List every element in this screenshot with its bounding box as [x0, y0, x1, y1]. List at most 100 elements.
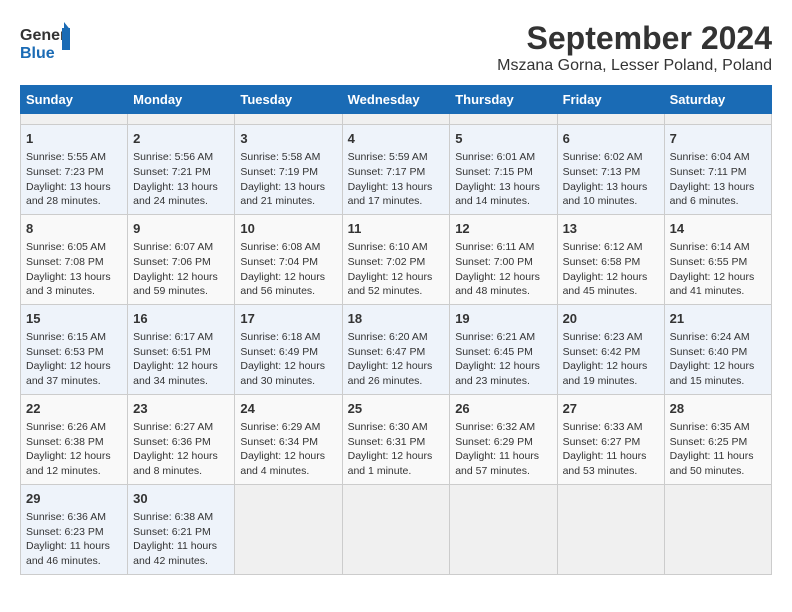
day-number: 23 [133, 400, 229, 418]
day-info: Sunrise: 6:05 AMSunset: 7:08 PMDaylight:… [26, 240, 122, 299]
day-number: 26 [455, 400, 551, 418]
day-number: 9 [133, 220, 229, 238]
header-tuesday: Tuesday [235, 86, 342, 114]
table-cell [235, 114, 342, 125]
calendar-subtitle: Mszana Gorna, Lesser Poland, Poland [497, 57, 772, 75]
day-info: Sunrise: 6:10 AMSunset: 7:02 PMDaylight:… [348, 240, 445, 299]
day-info: Sunrise: 6:11 AMSunset: 7:00 PMDaylight:… [455, 240, 551, 299]
day-number: 5 [455, 130, 551, 148]
table-cell: 1 Sunrise: 5:55 AMSunset: 7:23 PMDaylight… [21, 125, 128, 215]
calendar-table: Sunday Monday Tuesday Wednesday Thursday… [20, 85, 772, 575]
header-saturday: Saturday [664, 86, 771, 114]
header-thursday: Thursday [450, 86, 557, 114]
header-wednesday: Wednesday [342, 86, 450, 114]
day-info: Sunrise: 5:58 AMSunset: 7:19 PMDaylight:… [240, 150, 336, 209]
day-info: Sunrise: 5:55 AMSunset: 7:23 PMDaylight:… [26, 150, 122, 209]
table-cell: 8Sunrise: 6:05 AMSunset: 7:08 PMDaylight… [21, 214, 128, 304]
table-cell: 7Sunrise: 6:04 AMSunset: 7:11 PMDaylight… [664, 125, 771, 215]
table-cell [557, 114, 664, 125]
table-cell: 29 Sunrise: 6:36 AMSunset: 6:23 PMDayligh… [21, 484, 128, 574]
table-cell [450, 484, 557, 574]
table-cell: 24 Sunrise: 6:29 AMSunset: 6:34 PMDayligh… [235, 394, 342, 484]
day-number: 1 [26, 130, 122, 148]
day-number: 20 [563, 310, 659, 328]
day-info: Sunrise: 6:18 AMSunset: 6:49 PMDaylight:… [240, 330, 336, 389]
table-cell: 13 Sunrise: 6:12 AMSunset: 6:58 PMDayligh… [557, 214, 664, 304]
day-info: Sunrise: 6:36 AMSunset: 6:23 PMDaylight:… [26, 510, 122, 569]
day-info: Sunrise: 6:02 AMSunset: 7:13 PMDaylight:… [563, 150, 659, 209]
table-cell: 15 Sunrise: 6:15 AMSunset: 6:53 PMDayligh… [21, 304, 128, 394]
header-sunday: Sunday [21, 86, 128, 114]
week-row-4: 22Sunrise: 6:26 AMSunset: 6:38 PMDayligh… [21, 394, 772, 484]
day-info: Sunrise: 5:59 AMSunset: 7:17 PMDaylight:… [348, 150, 445, 209]
day-number: 6 [563, 130, 659, 148]
day-info: Sunrise: 6:17 AMSunset: 6:51 PMDaylight:… [133, 330, 229, 389]
table-cell: 18Sunrise: 6:20 AMSunset: 6:47 PMDayligh… [342, 304, 450, 394]
day-number: 13 [563, 220, 659, 238]
day-info: Sunrise: 6:12 AMSunset: 6:58 PMDaylight:… [563, 240, 659, 299]
day-info: Sunrise: 6:38 AMSunset: 6:21 PMDaylight:… [133, 510, 229, 569]
table-cell: 12Sunrise: 6:11 AMSunset: 7:00 PMDayligh… [450, 214, 557, 304]
header-monday: Monday [128, 86, 235, 114]
logo-icon: General Blue [20, 20, 70, 65]
day-info: Sunrise: 6:15 AMSunset: 6:53 PMDaylight:… [26, 330, 122, 389]
day-info: Sunrise: 6:14 AMSunset: 6:55 PMDaylight:… [670, 240, 766, 299]
table-cell: 5 Sunrise: 6:01 AMSunset: 7:15 PMDaylight… [450, 125, 557, 215]
day-info: Sunrise: 6:26 AMSunset: 6:38 PMDaylight:… [26, 420, 122, 479]
table-cell: 27 Sunrise: 6:33 AMSunset: 6:27 PMDayligh… [557, 394, 664, 484]
day-number: 16 [133, 310, 229, 328]
day-number: 4 [348, 130, 445, 148]
table-cell [450, 114, 557, 125]
table-cell: 23 Sunrise: 6:27 AMSunset: 6:36 PMDayligh… [128, 394, 235, 484]
week-row-2: 8Sunrise: 6:05 AMSunset: 7:08 PMDaylight… [21, 214, 772, 304]
day-number: 11 [348, 220, 445, 238]
day-number: 27 [563, 400, 659, 418]
weekday-header-row: Sunday Monday Tuesday Wednesday Thursday… [21, 86, 772, 114]
day-info: Sunrise: 6:29 AMSunset: 6:34 PMDaylight:… [240, 420, 336, 479]
table-cell [664, 484, 771, 574]
day-info: Sunrise: 6:21 AMSunset: 6:45 PMDaylight:… [455, 330, 551, 389]
day-number: 2 [133, 130, 229, 148]
day-number: 15 [26, 310, 122, 328]
day-info: Sunrise: 6:23 AMSunset: 6:42 PMDaylight:… [563, 330, 659, 389]
table-cell: 16 Sunrise: 6:17 AMSunset: 6:51 PMDayligh… [128, 304, 235, 394]
day-number: 18 [348, 310, 445, 328]
table-cell [342, 484, 450, 574]
table-cell: 30Sunrise: 6:38 AMSunset: 6:21 PMDayligh… [128, 484, 235, 574]
day-info: Sunrise: 6:30 AMSunset: 6:31 PMDaylight:… [348, 420, 445, 479]
day-number: 24 [240, 400, 336, 418]
day-number: 3 [240, 130, 336, 148]
table-cell: 17Sunrise: 6:18 AMSunset: 6:49 PMDayligh… [235, 304, 342, 394]
calendar-title: September 2024 [497, 20, 772, 57]
table-cell [128, 114, 235, 125]
day-number: 14 [670, 220, 766, 238]
day-number: 21 [670, 310, 766, 328]
table-cell [557, 484, 664, 574]
day-number: 10 [240, 220, 336, 238]
table-cell: 11 Sunrise: 6:10 AMSunset: 7:02 PMDayligh… [342, 214, 450, 304]
week-row-5: 29 Sunrise: 6:36 AMSunset: 6:23 PMDayligh… [21, 484, 772, 574]
table-cell: 21Sunrise: 6:24 AMSunset: 6:40 PMDayligh… [664, 304, 771, 394]
table-cell: 14 Sunrise: 6:14 AMSunset: 6:55 PMDayligh… [664, 214, 771, 304]
table-cell: 2 Sunrise: 5:56 AMSunset: 7:21 PMDaylight… [128, 125, 235, 215]
day-info: Sunrise: 6:35 AMSunset: 6:25 PMDaylight:… [670, 420, 766, 479]
week-row-0 [21, 114, 772, 125]
table-cell: 26 Sunrise: 6:32 AMSunset: 6:29 PMDayligh… [450, 394, 557, 484]
table-cell: 28 Sunrise: 6:35 AMSunset: 6:25 PMDayligh… [664, 394, 771, 484]
page-header: General Blue September 2024 Mszana Gorna… [20, 20, 772, 75]
table-cell: 20 Sunrise: 6:23 AMSunset: 6:42 PMDayligh… [557, 304, 664, 394]
day-info: Sunrise: 6:01 AMSunset: 7:15 PMDaylight:… [455, 150, 551, 209]
table-cell: 22Sunrise: 6:26 AMSunset: 6:38 PMDayligh… [21, 394, 128, 484]
table-cell: 9Sunrise: 6:07 AMSunset: 7:06 PMDaylight… [128, 214, 235, 304]
day-info: Sunrise: 5:56 AMSunset: 7:21 PMDaylight:… [133, 150, 229, 209]
day-number: 28 [670, 400, 766, 418]
day-info: Sunrise: 6:27 AMSunset: 6:36 PMDaylight:… [133, 420, 229, 479]
table-cell: 25Sunrise: 6:30 AMSunset: 6:31 PMDayligh… [342, 394, 450, 484]
table-cell [664, 114, 771, 125]
day-info: Sunrise: 6:33 AMSunset: 6:27 PMDaylight:… [563, 420, 659, 479]
day-number: 29 [26, 490, 122, 508]
day-number: 7 [670, 130, 766, 148]
day-info: Sunrise: 6:32 AMSunset: 6:29 PMDaylight:… [455, 420, 551, 479]
table-cell: 10Sunrise: 6:08 AMSunset: 7:04 PMDayligh… [235, 214, 342, 304]
title-block: September 2024 Mszana Gorna, Lesser Pola… [497, 20, 772, 75]
